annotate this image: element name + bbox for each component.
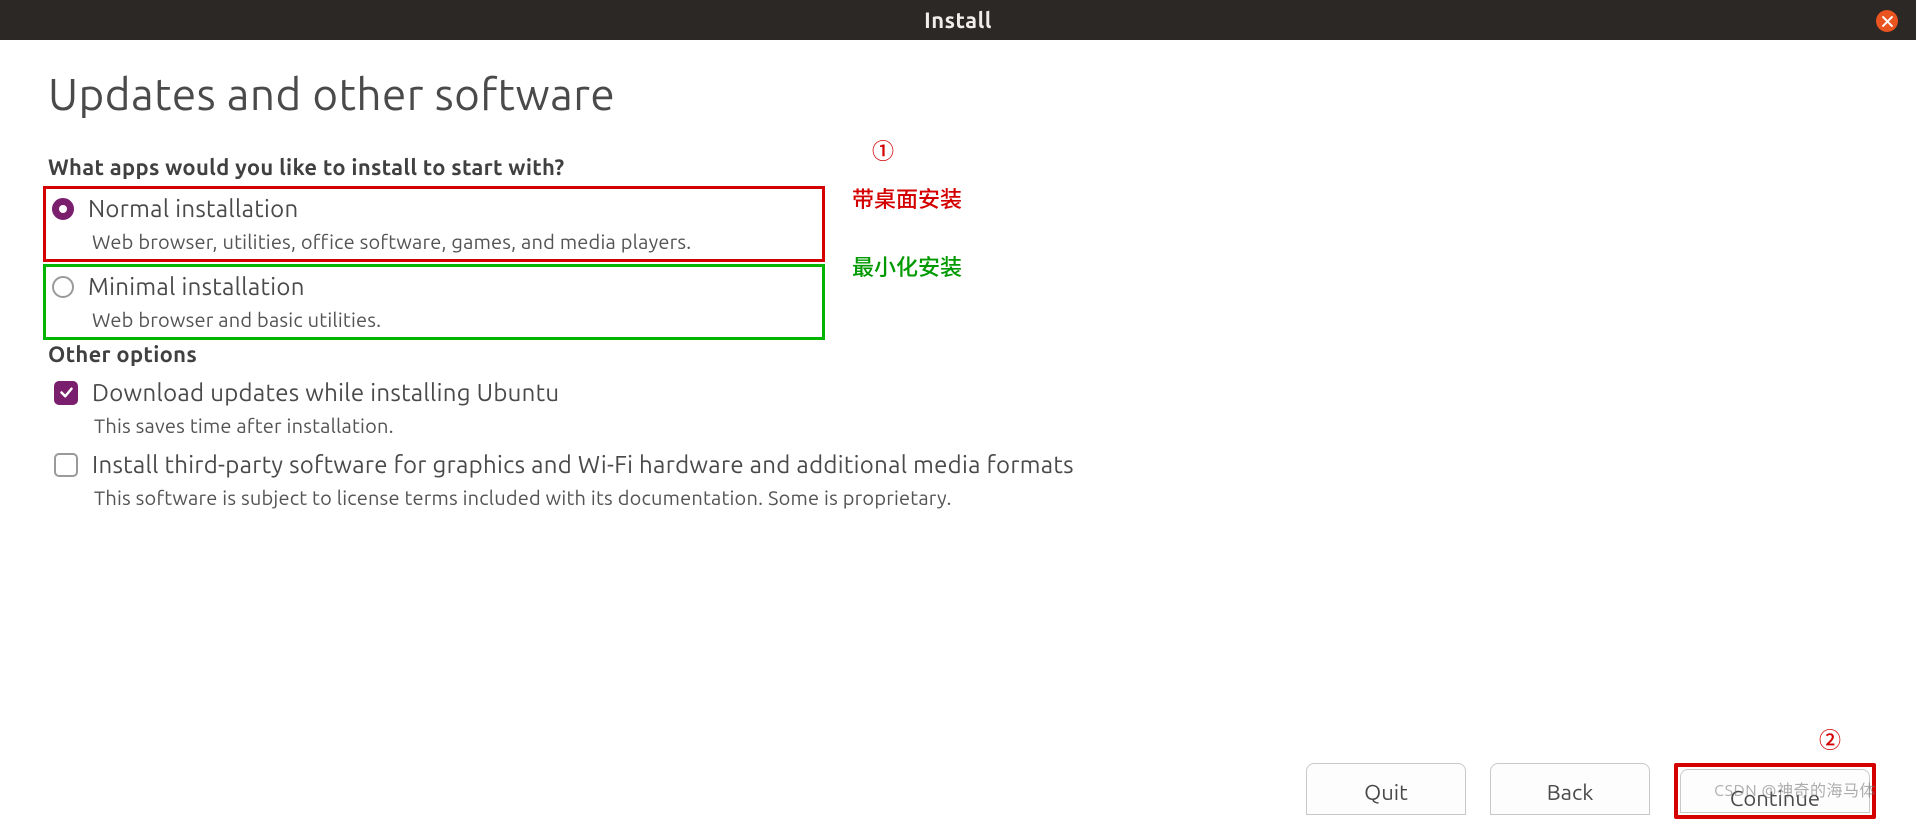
quit-button[interactable]: Quit <box>1306 763 1466 815</box>
other-options-heading: Other options <box>48 342 1868 367</box>
annotation-marker-1: ① <box>872 134 894 166</box>
option-normal-installation[interactable]: Normal installation Web browser, utiliti… <box>43 186 825 262</box>
quit-button-label: Quit <box>1364 780 1408 805</box>
close-icon <box>1882 16 1893 27</box>
page-title: Updates and other software <box>48 70 1868 119</box>
annotation-marker-2: ② <box>1819 723 1841 755</box>
option-third-party[interactable]: Install third-party software for graphic… <box>48 445 1868 515</box>
third-party-desc: This software is subject to license term… <box>94 486 1862 509</box>
window-title: Install <box>924 8 992 33</box>
checkbox-download-updates[interactable] <box>54 381 78 405</box>
option-minimal-desc: Web browser and basic utilities. <box>92 308 816 331</box>
watermark-text: CSDN @神奇的海马体 <box>1714 777 1876 801</box>
footer-buttons: Quit Back Continue <box>0 763 1916 819</box>
download-updates-desc: This saves time after installation. <box>94 414 1862 437</box>
annotation-normal-note: 带桌面安装 <box>852 182 962 214</box>
check-icon <box>59 385 74 400</box>
window-titlebar: Install <box>0 0 1916 40</box>
radio-minimal-installation[interactable] <box>52 276 74 298</box>
download-updates-label: Download updates while installing Ubuntu <box>92 379 559 406</box>
close-button[interactable] <box>1876 10 1898 32</box>
radio-normal-installation[interactable] <box>52 198 74 220</box>
install-apps-question: What apps would you like to install to s… <box>48 155 1868 180</box>
option-normal-desc: Web browser, utilities, office software,… <box>92 230 816 253</box>
checkbox-third-party[interactable] <box>54 453 78 477</box>
back-button-label: Back <box>1547 780 1594 805</box>
option-minimal-label: Minimal installation <box>88 273 305 300</box>
annotation-minimal-note: 最小化安装 <box>852 250 962 282</box>
content-area: Updates and other software What apps wou… <box>0 40 1916 515</box>
option-normal-label: Normal installation <box>88 195 298 222</box>
third-party-label: Install third-party software for graphic… <box>92 451 1074 478</box>
option-minimal-installation[interactable]: Minimal installation Web browser and bas… <box>43 264 825 340</box>
option-download-updates[interactable]: Download updates while installing Ubuntu… <box>48 373 1868 443</box>
back-button[interactable]: Back <box>1490 763 1650 815</box>
